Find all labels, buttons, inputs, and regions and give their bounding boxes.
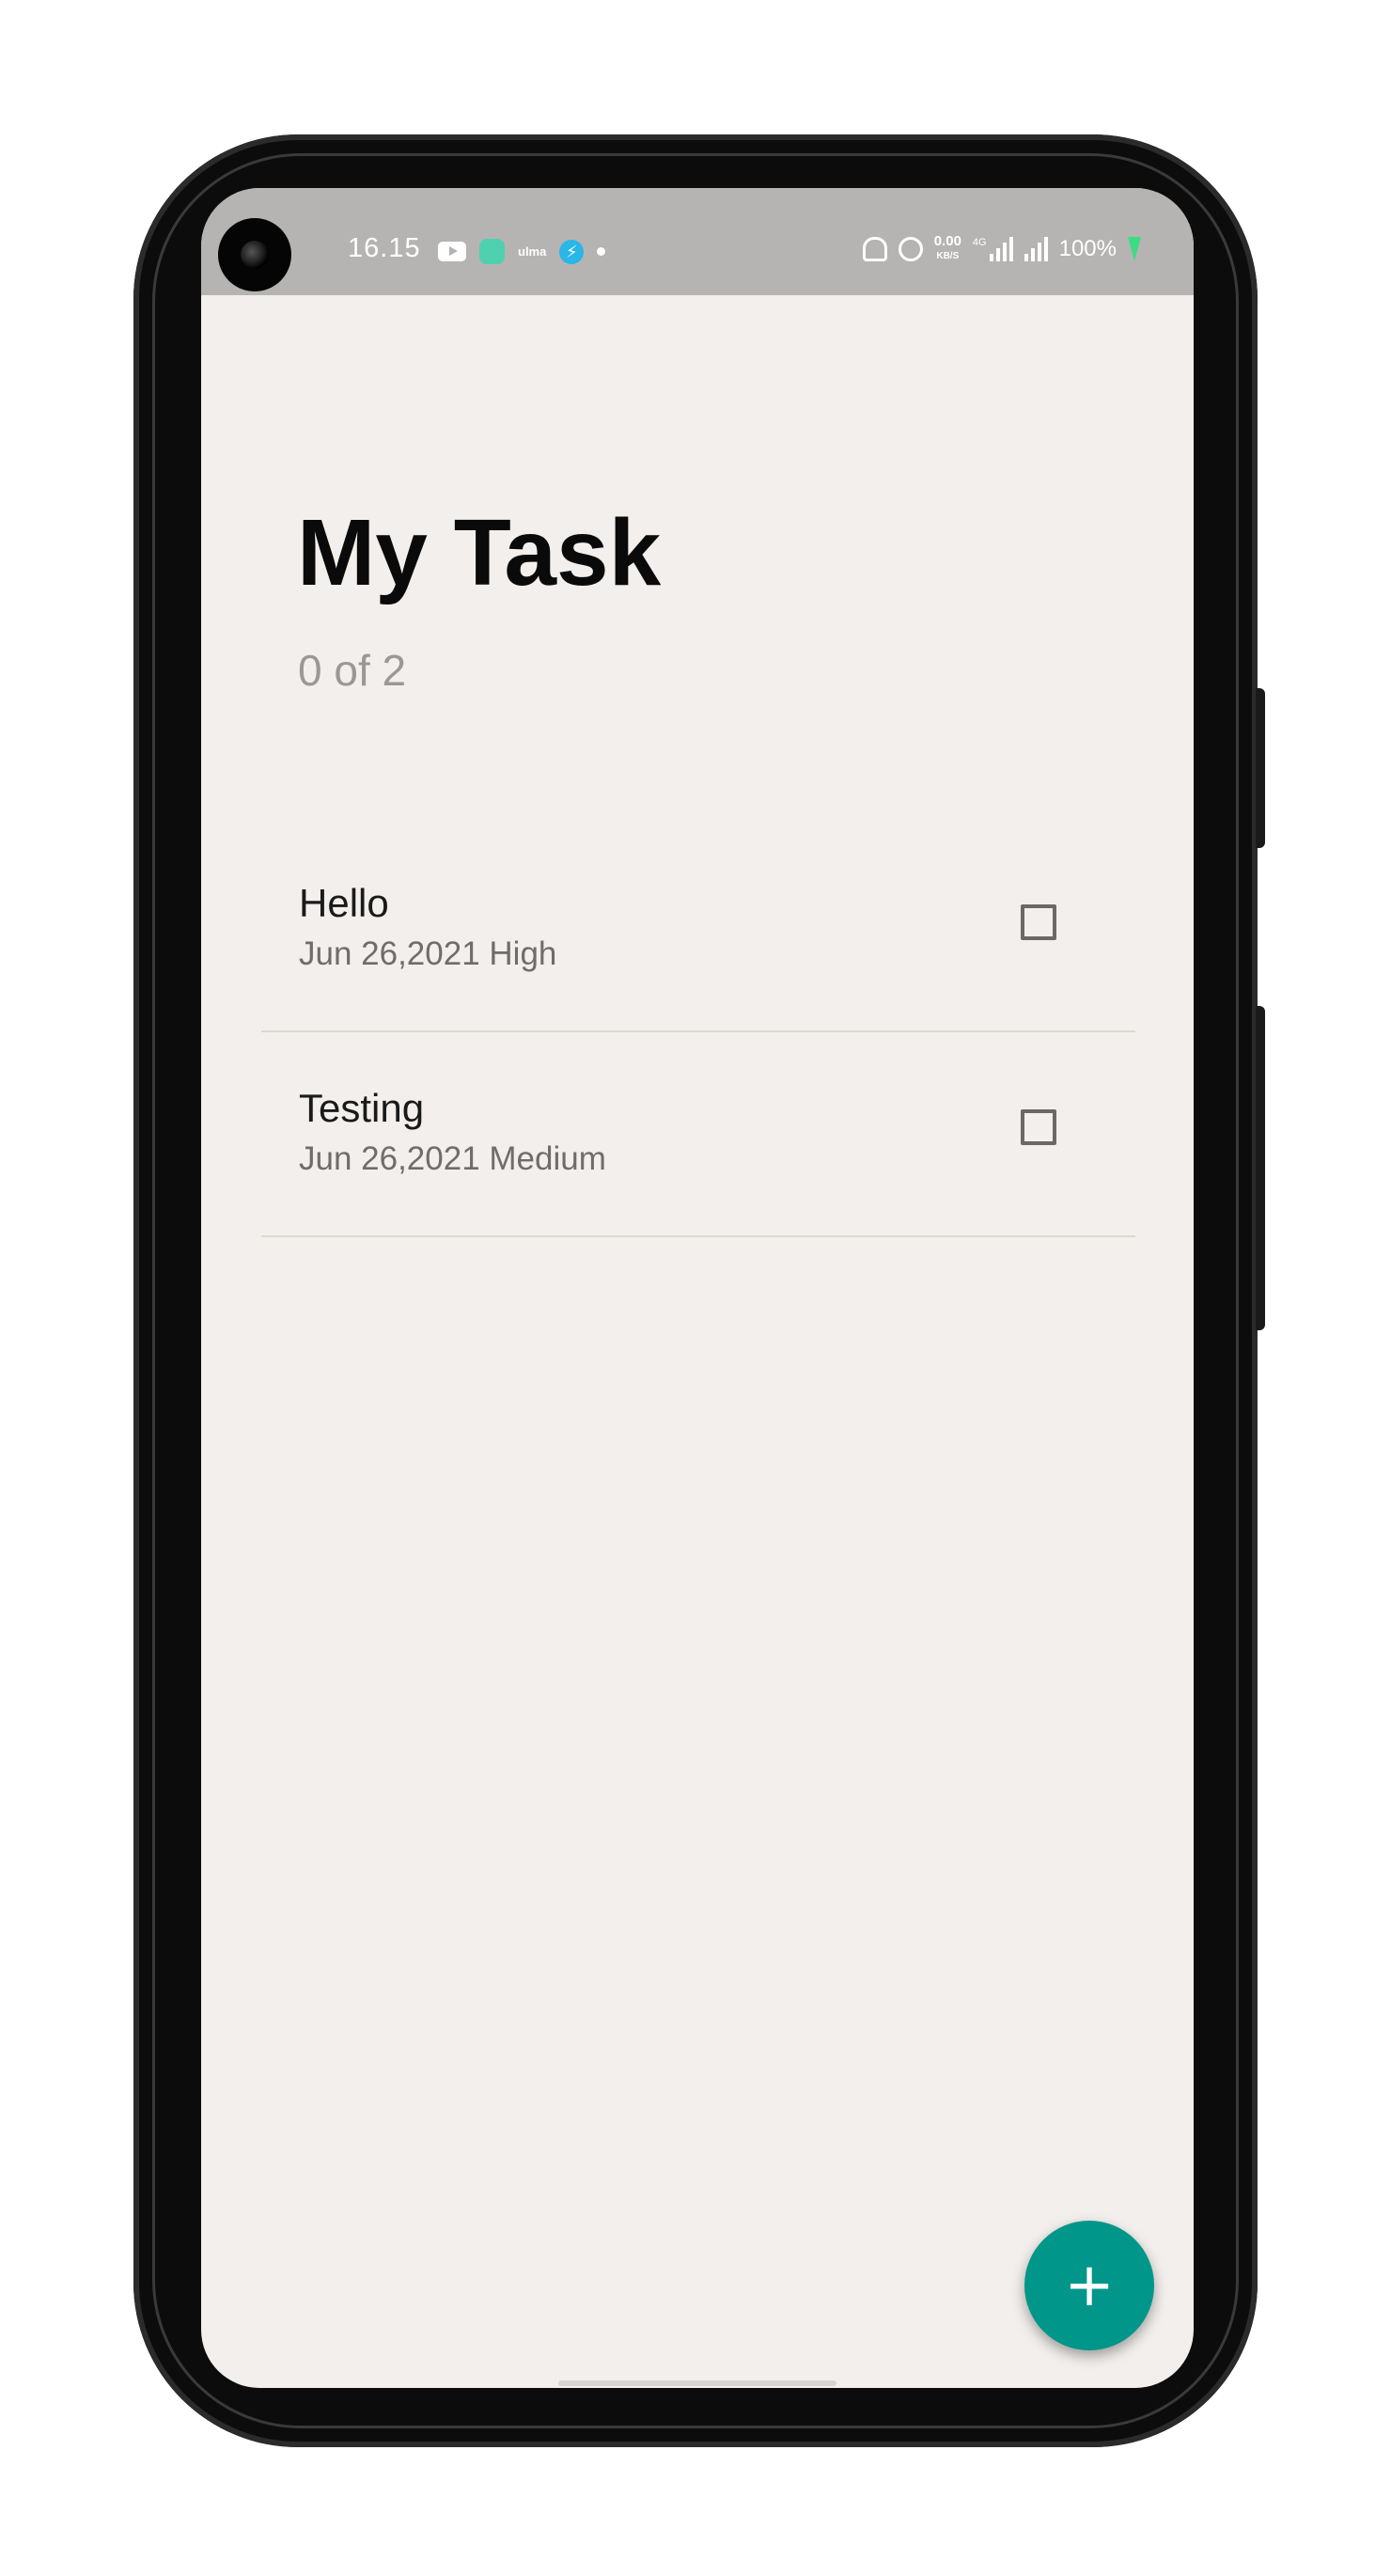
alarm-icon — [898, 237, 923, 261]
task-list: Hello Jun 26,2021 High Testing Jun 26,20… — [261, 827, 1135, 1237]
task-meta: Jun 26,2021 Medium — [299, 1140, 606, 1177]
signal-icon — [1024, 237, 1048, 261]
app-notification-icon — [479, 239, 505, 264]
youtube-icon — [438, 242, 466, 261]
network-speed-unit: KB/S — [936, 251, 960, 261]
camera-lens — [241, 241, 269, 269]
task-meta: Jun 26,2021 High — [299, 935, 557, 972]
battery-level: 100% — [1058, 236, 1117, 261]
front-camera — [218, 218, 291, 291]
status-time: 16.15 — [348, 233, 421, 263]
page: 16.15 ulma ⚡ 0.00 KB/S 4G 100% My Task 0… — [0, 0, 1391, 2576]
task-checkbox[interactable] — [1021, 1109, 1056, 1145]
task-name: Testing — [299, 1086, 425, 1130]
bell-muted-icon — [862, 237, 887, 261]
task-item[interactable]: Testing Jun 26,2021 Medium — [261, 1032, 1135, 1237]
plus-icon: + — [1064, 2251, 1115, 2320]
power-button — [1256, 688, 1265, 848]
bolt-icon: ⚡ — [559, 239, 585, 264]
volume-button — [1256, 1006, 1265, 1330]
task-progress: 0 of 2 — [298, 646, 407, 695]
task-name: Hello — [299, 881, 389, 925]
home-indicator[interactable] — [558, 2380, 836, 2386]
add-task-button[interactable]: + — [1024, 2221, 1154, 2350]
screen: 16.15 ulma ⚡ 0.00 KB/S 4G 100% My Task 0… — [201, 188, 1194, 2388]
status-bar: 16.15 ulma ⚡ 0.00 KB/S 4G 100% — [201, 188, 1194, 295]
system-icons: 0.00 KB/S 4G 100% — [862, 233, 1141, 263]
task-checkbox[interactable] — [1021, 904, 1056, 940]
more-notifications-dot-icon — [597, 247, 606, 256]
network-type-label: 4G — [972, 237, 987, 248]
notification-icons: ulma ⚡ — [438, 239, 606, 264]
signal-4g-icon: 4G — [973, 237, 1013, 261]
ulma-icon: ulma — [518, 244, 547, 259]
network-speed: 0.00 KB/S — [933, 233, 961, 263]
page-title: My Task — [297, 500, 662, 605]
network-speed-value: 0.00 — [933, 233, 961, 249]
task-item[interactable]: Hello Jun 26,2021 High — [261, 827, 1135, 1032]
charging-icon — [1128, 237, 1141, 261]
